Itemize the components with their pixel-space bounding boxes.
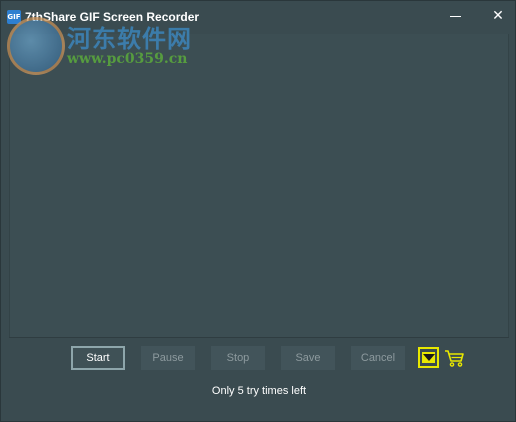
close-icon: ✕ bbox=[492, 8, 504, 24]
close-button[interactable]: ✕ bbox=[483, 5, 513, 27]
minimize-button[interactable] bbox=[441, 5, 471, 27]
start-button[interactable]: Start bbox=[71, 346, 125, 370]
title-bar[interactable]: GIF 7thShare GIF Screen Recorder ✕ bbox=[1, 1, 515, 33]
pause-button[interactable]: Pause bbox=[141, 346, 195, 370]
cart-button[interactable] bbox=[443, 347, 465, 369]
cart-icon bbox=[445, 350, 464, 367]
app-icon: GIF bbox=[7, 10, 21, 24]
options-dropdown-button[interactable] bbox=[418, 347, 439, 368]
stop-button[interactable]: Stop bbox=[211, 346, 265, 370]
capture-area[interactable] bbox=[9, 34, 509, 337]
chevron-down-icon bbox=[423, 354, 435, 361]
minimize-icon bbox=[450, 16, 461, 17]
control-panel: Start Pause Stop Save Cancel Only 5 try … bbox=[9, 337, 509, 421]
save-button[interactable]: Save bbox=[281, 346, 335, 370]
app-window: GIF 7thShare GIF Screen Recorder ✕ 河东软件网… bbox=[0, 0, 516, 422]
cancel-button[interactable]: Cancel bbox=[351, 346, 405, 370]
trial-status-text: Only 5 try times left bbox=[211, 385, 307, 397]
window-title: 7thShare GIF Screen Recorder bbox=[25, 10, 200, 24]
